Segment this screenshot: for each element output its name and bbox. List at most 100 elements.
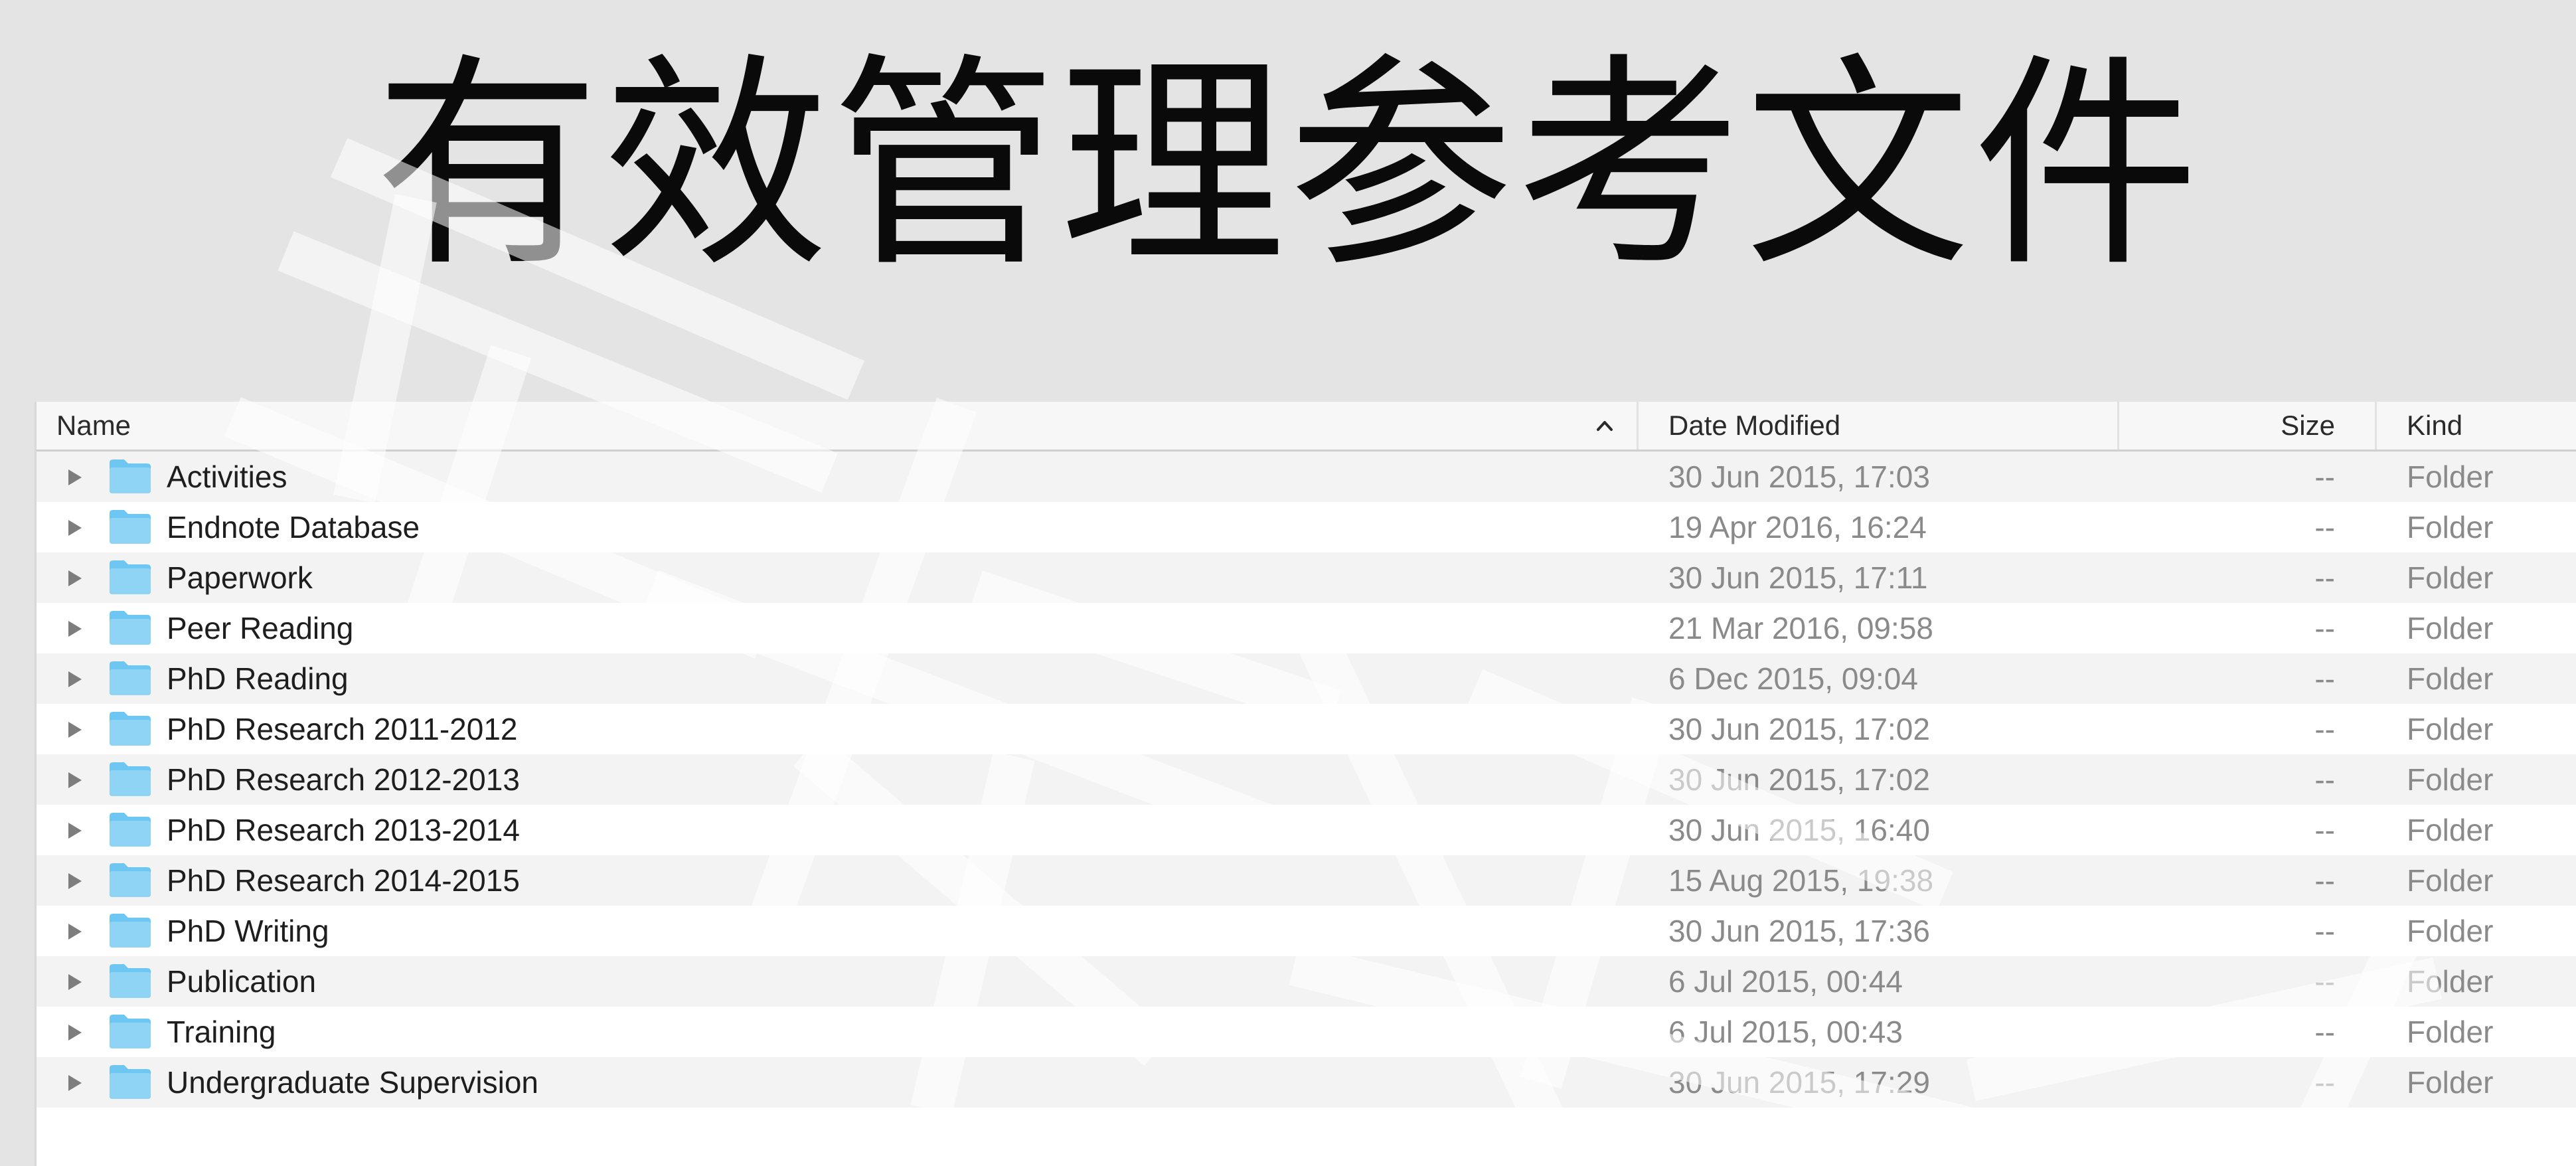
folder-icon xyxy=(110,914,151,948)
table-row[interactable]: PhD Research 2014-2015 15 Aug 2015, 19:38… xyxy=(37,855,2576,906)
file-name: Paperwork xyxy=(167,560,313,595)
disclosure-triangle-icon[interactable] xyxy=(64,568,84,588)
folder-icon xyxy=(110,813,151,847)
table-row[interactable]: PhD Research 2013-2014 30 Jun 2015, 16:40… xyxy=(37,805,2576,855)
file-name: Undergraduate Supervision xyxy=(167,1065,539,1100)
file-name: Endnote Database xyxy=(167,510,420,544)
table-row[interactable]: PhD Reading 6 Dec 2015, 09:04 -- Folder xyxy=(37,653,2576,704)
disclosure-triangle-icon[interactable] xyxy=(64,669,84,689)
file-name: PhD Research 2013-2014 xyxy=(167,813,520,847)
date-modified: 6 Dec 2015, 09:04 xyxy=(1668,661,1918,696)
file-kind: Folder xyxy=(2407,712,2494,746)
file-kind: Folder xyxy=(2407,560,2494,595)
column-header-row: Name Date Modified Size Kind xyxy=(37,402,2576,452)
file-size: -- xyxy=(2314,661,2335,696)
date-modified: 6 Jul 2015, 00:43 xyxy=(1668,1015,1903,1049)
table-row[interactable]: Training 6 Jul 2015, 00:43 -- Folder xyxy=(37,1007,2576,1057)
file-name: Publication xyxy=(167,964,317,999)
column-header-kind[interactable]: Kind xyxy=(2407,402,2462,450)
file-size: -- xyxy=(2314,762,2335,797)
column-header-name[interactable]: Name xyxy=(56,402,131,450)
file-kind: Folder xyxy=(2407,1065,2494,1100)
column-header-date-modified[interactable]: Date Modified xyxy=(1668,402,1840,450)
column-divider[interactable] xyxy=(1637,402,1639,450)
file-size: -- xyxy=(2314,1065,2335,1100)
date-modified: 19 Apr 2016, 16:24 xyxy=(1668,510,1927,544)
table-row[interactable]: Undergraduate Supervision 30 Jun 2015, 17… xyxy=(37,1057,2576,1108)
folder-icon xyxy=(110,762,151,796)
disclosure-triangle-icon[interactable] xyxy=(64,720,84,740)
slide-title: 有效管理参考文件 xyxy=(374,35,2202,297)
file-size: -- xyxy=(2314,813,2335,847)
file-kind: Folder xyxy=(2407,964,2494,999)
disclosure-triangle-icon[interactable] xyxy=(64,1023,84,1042)
date-modified: 30 Jun 2015, 17:29 xyxy=(1668,1065,1930,1100)
disclosure-triangle-icon[interactable] xyxy=(64,619,84,639)
file-kind: Folder xyxy=(2407,813,2494,847)
date-modified: 30 Jun 2015, 17:02 xyxy=(1668,712,1930,746)
date-modified: 30 Jun 2015, 16:40 xyxy=(1668,813,1930,847)
file-size: -- xyxy=(2314,863,2335,898)
file-size: -- xyxy=(2314,964,2335,999)
date-modified: 30 Jun 2015, 17:36 xyxy=(1668,914,1930,948)
disclosure-triangle-icon[interactable] xyxy=(64,1073,84,1093)
folder-icon xyxy=(110,459,151,493)
disclosure-triangle-icon[interactable] xyxy=(64,770,84,790)
file-kind: Folder xyxy=(2407,1015,2494,1049)
file-name: PhD Reading xyxy=(167,661,349,696)
file-kind: Folder xyxy=(2407,863,2494,898)
file-name: PhD Research 2014-2015 xyxy=(167,863,520,898)
file-name: Activities xyxy=(167,459,287,494)
table-row[interactable]: PhD Writing 30 Jun 2015, 17:36 -- Folder xyxy=(37,906,2576,956)
disclosure-triangle-icon[interactable] xyxy=(64,467,84,487)
disclosure-triangle-icon[interactable] xyxy=(64,922,84,942)
folder-icon xyxy=(110,1015,151,1048)
table-row[interactable]: Activities 30 Jun 2015, 17:03 -- Folder xyxy=(37,452,2576,502)
folder-icon xyxy=(110,863,151,897)
folder-icon xyxy=(110,1065,151,1099)
disclosure-triangle-icon[interactable] xyxy=(64,518,84,538)
table-row[interactable]: Endnote Database 19 Apr 2016, 16:24 -- Fold… xyxy=(37,502,2576,552)
disclosure-triangle-icon[interactable] xyxy=(64,821,84,841)
file-size: -- xyxy=(2314,712,2335,746)
table-row[interactable]: Peer Reading 21 Mar 2016, 09:58 -- Folder xyxy=(37,603,2576,653)
folder-icon xyxy=(110,560,151,594)
file-size: -- xyxy=(2314,510,2335,544)
file-list: Activities 30 Jun 2015, 17:03 -- Folder Endn… xyxy=(37,452,2576,1108)
file-size: -- xyxy=(2314,560,2335,595)
file-kind: Folder xyxy=(2407,459,2494,494)
file-name: PhD Research 2011-2012 xyxy=(167,712,518,746)
folder-icon xyxy=(110,712,151,746)
date-modified: 30 Jun 2015, 17:02 xyxy=(1668,762,1930,797)
folder-icon xyxy=(110,964,151,998)
file-name: Peer Reading xyxy=(167,611,354,645)
date-modified: 30 Jun 2015, 17:03 xyxy=(1668,459,1930,494)
disclosure-triangle-icon[interactable] xyxy=(64,972,84,992)
file-kind: Folder xyxy=(2407,510,2494,544)
file-size: -- xyxy=(2314,459,2335,494)
chevron-up-icon[interactable] xyxy=(1591,412,1618,439)
date-modified: 6 Jul 2015, 00:44 xyxy=(1668,964,1903,999)
file-size: -- xyxy=(2314,914,2335,948)
date-modified: 15 Aug 2015, 19:38 xyxy=(1668,863,1934,898)
file-kind: Folder xyxy=(2407,611,2494,645)
file-kind: Folder xyxy=(2407,762,2494,797)
column-divider[interactable] xyxy=(2117,402,2119,450)
table-row[interactable]: Paperwork 30 Jun 2015, 17:11 -- Folder xyxy=(37,552,2576,603)
file-name: PhD Research 2012-2013 xyxy=(167,762,520,797)
folder-icon xyxy=(110,661,151,695)
table-row[interactable]: PhD Research 2012-2013 30 Jun 2015, 17:02… xyxy=(37,754,2576,805)
file-name: Training xyxy=(167,1015,276,1049)
file-size: -- xyxy=(2314,1015,2335,1049)
finder-list-view: Name Date Modified Size Kind Activities 3… xyxy=(35,402,2576,1166)
disclosure-triangle-icon[interactable] xyxy=(64,871,84,891)
column-divider[interactable] xyxy=(2375,402,2377,450)
file-name: PhD Writing xyxy=(167,914,329,948)
file-kind: Folder xyxy=(2407,661,2494,696)
date-modified: 21 Mar 2016, 09:58 xyxy=(1668,611,1933,645)
column-header-size[interactable]: Size xyxy=(2281,402,2335,450)
table-row[interactable]: PhD Research 2011-2012 30 Jun 2015, 17:02… xyxy=(37,704,2576,754)
table-row[interactable]: Publication 6 Jul 2015, 00:44 -- Folder xyxy=(37,956,2576,1007)
folder-icon xyxy=(110,611,151,645)
date-modified: 30 Jun 2015, 17:11 xyxy=(1668,560,1928,595)
